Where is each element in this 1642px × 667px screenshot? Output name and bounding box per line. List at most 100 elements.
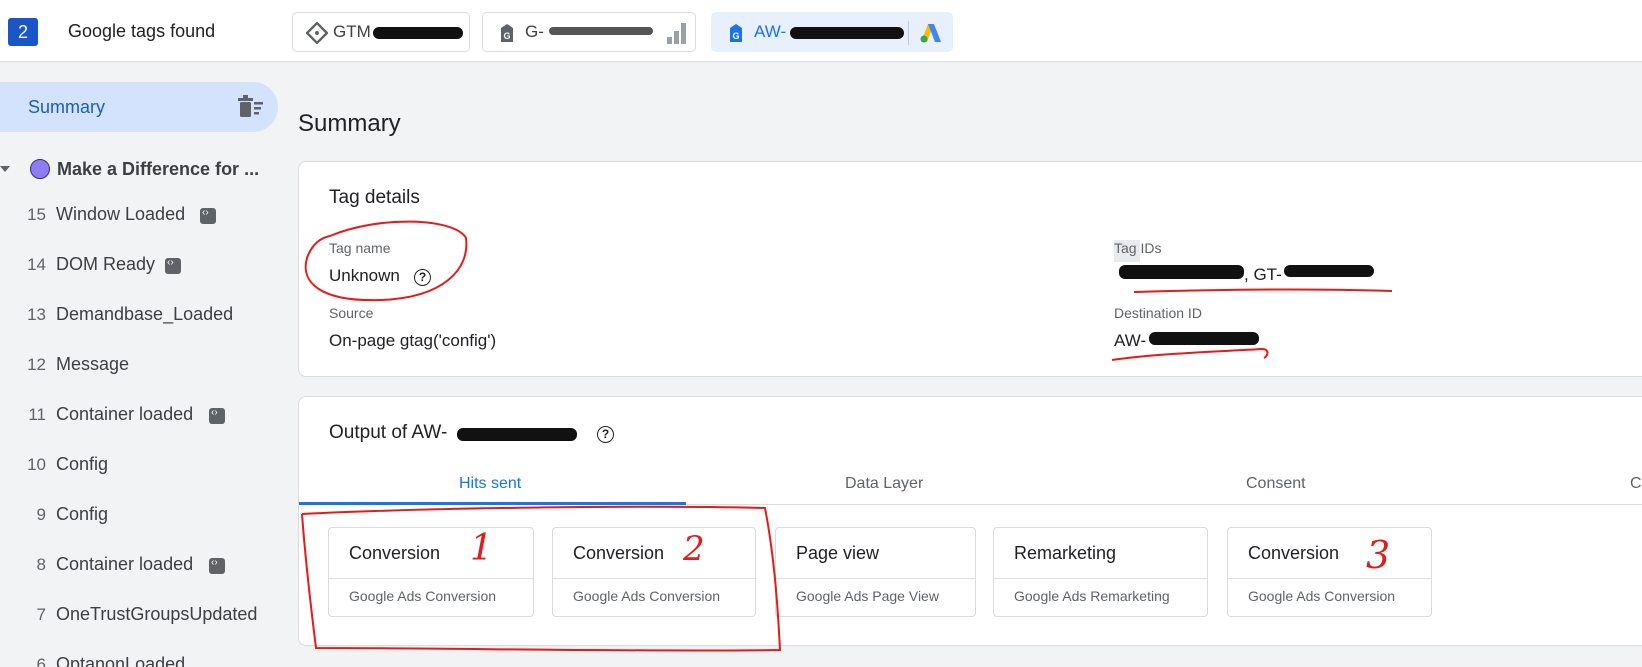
code-badge-icon (209, 407, 225, 424)
google-ads-icon (920, 24, 941, 43)
hit-title: Page view (796, 543, 880, 563)
caret-down-icon[interactable] (0, 166, 10, 172)
hit-title: Conversion (573, 543, 665, 563)
redaction (1149, 332, 1259, 345)
clear-trash-icon[interactable] (238, 95, 264, 119)
hit-title: Conversion (1248, 543, 1340, 563)
redaction (1284, 265, 1374, 277)
sidebar-page-label: Make a Difference for ... (57, 159, 260, 179)
tab-more[interactable]: C (1630, 475, 1642, 493)
hit-subtitle: Google Ads Conversion (1248, 588, 1396, 604)
redaction (373, 27, 463, 39)
chip-gtm-label: GTM (333, 22, 371, 41)
tag-details-title: Tag details (329, 187, 420, 208)
sidebar-summary-label: Summary (28, 97, 106, 117)
tag-details-card: Tag details Tag name Unknown ? Source On… (298, 161, 1642, 377)
page-dot-icon (30, 159, 50, 179)
chip-ga[interactable]: G G- (482, 12, 696, 52)
help-icon[interactable]: ? (597, 426, 614, 443)
destination-id-label: Destination ID (1114, 305, 1202, 321)
tab-consent[interactable]: Consent (1246, 475, 1306, 493)
hit-card[interactable]: Conversion Google Ads Conversion (1227, 527, 1432, 617)
divider (329, 578, 533, 579)
code-badge-icon (209, 557, 225, 574)
tab-hits-sent[interactable]: Hits sent (459, 475, 521, 493)
event-name: Window Loaded (56, 204, 186, 224)
code-badge-icon (165, 257, 181, 274)
chip-ga-label: G- (525, 22, 544, 41)
hit-subtitle: Google Ads Page View (796, 588, 939, 604)
top-bar: 2 Google tags found GTM G G- G AW- (0, 0, 1642, 62)
event-name: Message (56, 354, 130, 374)
output-card: Output of AW- ? Hits sent Data Layer Con… (298, 396, 1642, 646)
chip-divider (908, 21, 909, 45)
help-icon[interactable]: ? (414, 269, 431, 286)
svg-text:G: G (503, 31, 510, 41)
sidebar-event[interactable]: 14 DOM Ready (0, 253, 278, 283)
event-number: 10 (27, 455, 46, 474)
hit-subtitle: Google Ads Remarketing (1014, 588, 1170, 604)
output-title: Output of AW- (329, 422, 448, 443)
event-name: Container loaded (56, 404, 194, 424)
tag-name-label: Tag name (329, 240, 391, 256)
sidebar-event[interactable]: 8 Container loaded (0, 553, 278, 583)
event-name: Demandbase_Loaded (56, 304, 234, 324)
sidebar-event[interactable]: 6 OptanonLoaded (0, 653, 278, 667)
divider (776, 578, 975, 579)
event-number: 9 (36, 505, 46, 524)
hit-card[interactable]: Remarketing Google Ads Remarketing (993, 527, 1208, 617)
gtm-diamond-icon (306, 22, 328, 44)
sidebar-event[interactable]: 10 Config (0, 453, 278, 483)
tab-data-layer[interactable]: Data Layer (845, 475, 923, 493)
sidebar-event[interactable]: 15 Window Loaded (0, 203, 278, 233)
event-number: 14 (27, 255, 46, 274)
code-badge-icon (200, 207, 216, 224)
tag-icon: G (730, 24, 742, 42)
redaction (549, 27, 653, 35)
tag-count-badge: 2 (8, 18, 38, 46)
sidebar-page-item[interactable]: Make a Difference for ... (0, 156, 278, 186)
hit-subtitle: Google Ads Conversion (573, 588, 721, 604)
event-number: 8 (36, 555, 46, 574)
chip-aw-label: AW- (754, 22, 787, 41)
tag-icon: G (501, 24, 513, 42)
event-number: 12 (27, 355, 46, 374)
sidebar: Summary Make a Difference for ... 15 Win… (0, 62, 278, 667)
destination-id-value: AW- (1114, 331, 1147, 350)
sidebar-event[interactable]: 9 Config (0, 503, 278, 533)
sidebar-item-summary[interactable]: Summary (0, 82, 278, 132)
svg-text:G: G (732, 31, 739, 41)
hit-title: Conversion (349, 543, 441, 563)
divider (994, 578, 1207, 579)
source-value: On-page gtag('config') (329, 331, 497, 350)
event-name: Container loaded (56, 554, 194, 574)
hit-card[interactable]: Conversion Google Ads Conversion (328, 527, 534, 617)
divider (1228, 578, 1431, 579)
sidebar-event[interactable]: 12 Message (0, 353, 278, 383)
redaction (1119, 265, 1244, 279)
chip-gtm[interactable]: GTM (292, 12, 470, 52)
hit-card[interactable]: Page view Google Ads Page View (775, 527, 976, 617)
sidebar-event[interactable]: 7 OneTrustGroupsUpdated (0, 603, 278, 633)
event-number: 6 (36, 655, 46, 667)
output-tabs: Hits sent Data Layer Consent C (299, 465, 1642, 505)
page-title: Summary (298, 110, 401, 137)
tag-ids-value: , GT- (1244, 265, 1282, 284)
analytics-bars-icon (667, 23, 686, 44)
sidebar-event[interactable]: 11 Container loaded (0, 403, 278, 433)
hit-subtitle: Google Ads Conversion (349, 588, 497, 604)
event-name: DOM Ready (56, 254, 156, 274)
tag-name-value: Unknown (329, 266, 400, 285)
event-number: 15 (27, 205, 46, 224)
event-name: Config (56, 454, 109, 474)
active-tab-indicator (299, 502, 686, 505)
source-label: Source (329, 305, 374, 321)
tag-ids-label: Tag IDs (1114, 240, 1162, 256)
tags-found-label: Google tags found (68, 21, 216, 41)
event-name: OptanonLoaded (56, 654, 186, 667)
hit-card[interactable]: Conversion Google Ads Conversion (552, 527, 756, 617)
hit-title: Remarketing (1014, 543, 1117, 563)
event-number: 13 (27, 305, 46, 324)
sidebar-event[interactable]: 13 Demandbase_Loaded (0, 303, 278, 333)
chip-aw[interactable]: G AW- (711, 12, 953, 52)
